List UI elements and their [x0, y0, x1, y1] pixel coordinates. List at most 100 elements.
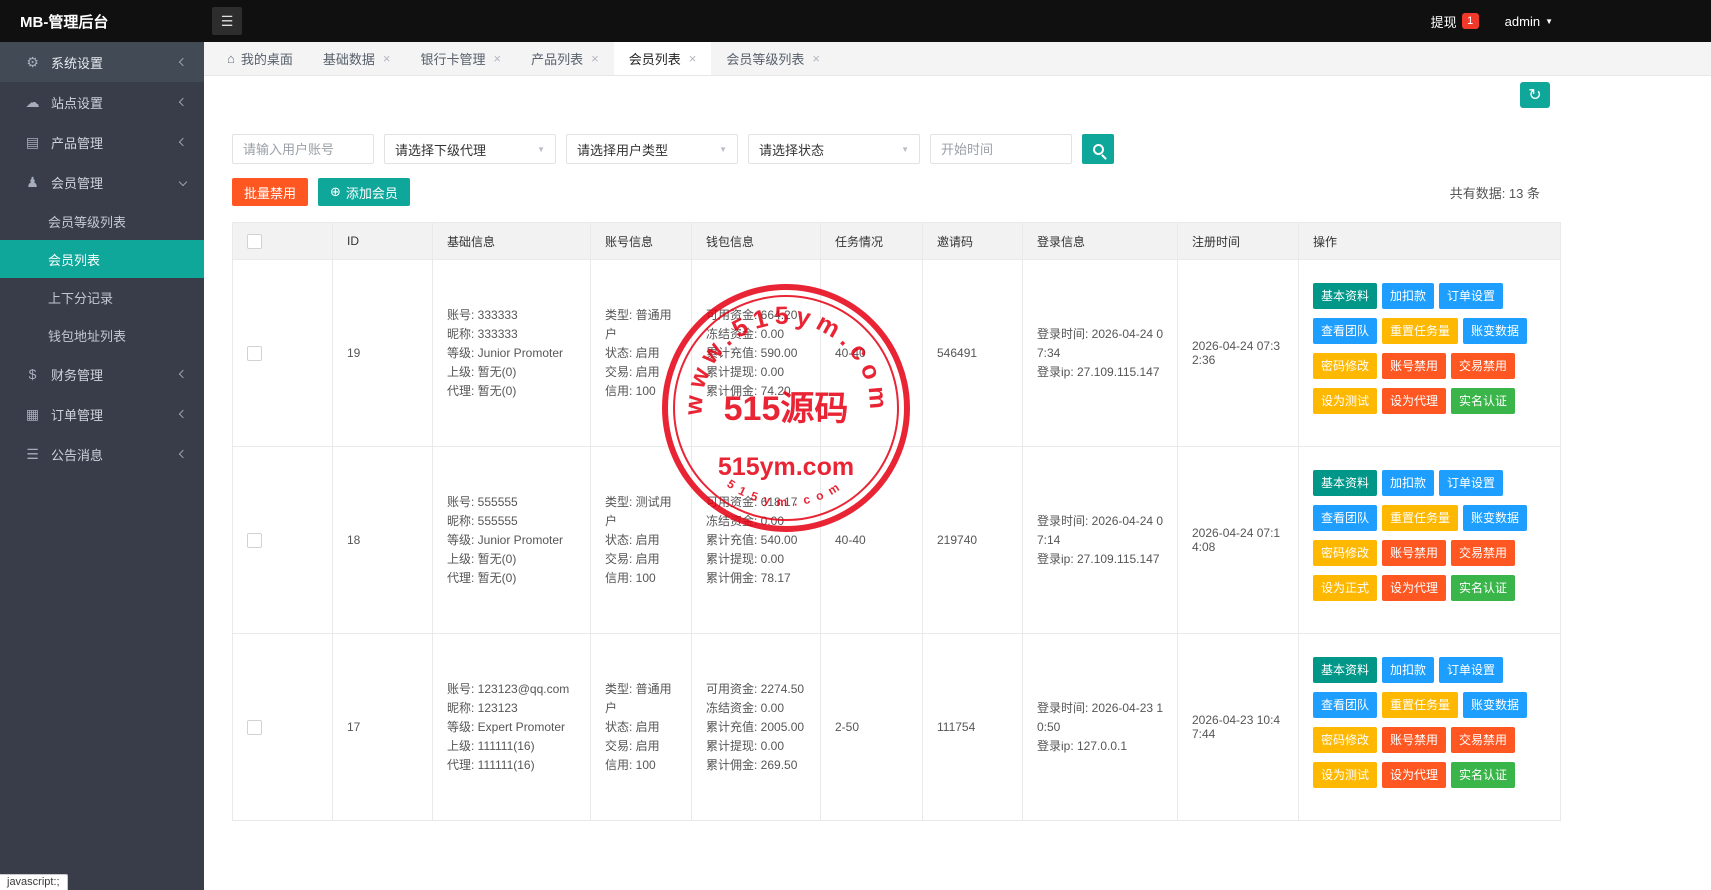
sidebar-item[interactable]: ♟会员管理	[0, 162, 204, 202]
refresh-button[interactable]: ↻	[1520, 82, 1550, 108]
op-button[interactable]: 交易禁用	[1451, 727, 1515, 753]
info-line: 交易: 启用	[605, 737, 683, 756]
info-line: 上级: 暂无(0)	[447, 550, 582, 569]
op-button[interactable]: 查看团队	[1313, 318, 1377, 344]
op-button[interactable]: 重置任务量	[1382, 692, 1458, 718]
info-line: 信用: 100	[605, 382, 683, 401]
agent-select[interactable]: 请选择下级代理 ▼	[384, 134, 556, 164]
status-select[interactable]: 请选择状态 ▼	[748, 134, 920, 164]
op-button[interactable]: 基本资料	[1313, 657, 1377, 683]
row-checkbox[interactable]	[247, 346, 262, 361]
op-button[interactable]: 实名认证	[1451, 575, 1515, 601]
op-button[interactable]: 基本资料	[1313, 283, 1377, 309]
op-button[interactable]: 重置任务量	[1382, 318, 1458, 344]
tab-item[interactable]: 基础数据×	[308, 42, 406, 75]
row-id-cell: 18	[333, 447, 433, 634]
op-button[interactable]: 密码修改	[1313, 727, 1377, 753]
sidebar-item[interactable]: ☰公告消息	[0, 434, 204, 474]
op-button[interactable]: 订单设置	[1439, 657, 1503, 683]
sidebar-subitem[interactable]: 钱包地址列表	[0, 316, 204, 354]
row-select-cell	[233, 260, 333, 447]
tab-close-icon[interactable]: ×	[383, 51, 391, 66]
tab-item[interactable]: 银行卡管理×	[405, 42, 516, 75]
info-line: 冻结资金: 0.00	[706, 512, 812, 531]
sidebar: ⚙系统设置☁站点设置▤产品管理♟会员管理会员等级列表会员列表上下分记录钱包地址列…	[0, 42, 204, 890]
hamburger-button[interactable]: ☰	[212, 7, 242, 35]
op-button[interactable]: 设为代理	[1382, 762, 1446, 788]
op-button[interactable]: 加扣款	[1382, 470, 1434, 496]
info-line: 登录ip: 127.0.0.1	[1037, 737, 1169, 756]
account-input[interactable]	[232, 134, 374, 164]
start-time-input[interactable]	[930, 134, 1072, 164]
op-button[interactable]: 重置任务量	[1382, 505, 1458, 531]
row-select-cell	[233, 634, 333, 821]
row-checkbox[interactable]	[247, 720, 262, 735]
op-button[interactable]: 查看团队	[1313, 505, 1377, 531]
op-button[interactable]: 交易禁用	[1451, 540, 1515, 566]
sidebar-item[interactable]: $财务管理	[0, 354, 204, 394]
op-button[interactable]: 账号禁用	[1382, 727, 1446, 753]
op-button[interactable]: 实名认证	[1451, 762, 1515, 788]
tab-close-icon[interactable]: ×	[494, 51, 502, 66]
op-button[interactable]: 设为正式	[1313, 575, 1377, 601]
op-button[interactable]: 账变数据	[1463, 505, 1527, 531]
order-icon: ▦	[24, 406, 41, 423]
op-button[interactable]: 设为测试	[1313, 388, 1377, 414]
sidebar-subitem-label: 钱包地址列表	[48, 326, 126, 345]
op-button[interactable]: 设为代理	[1382, 388, 1446, 414]
tab-close-icon[interactable]: ×	[689, 51, 697, 66]
op-button[interactable]: 账号禁用	[1382, 540, 1446, 566]
user-type-select[interactable]: 请选择用户类型 ▼	[566, 134, 738, 164]
sidebar-menu: ⚙系统设置☁站点设置▤产品管理♟会员管理会员等级列表会员列表上下分记录钱包地址列…	[0, 42, 204, 474]
user-menu[interactable]: admin ▼	[1505, 14, 1553, 29]
column-header: 登录信息	[1023, 223, 1178, 260]
op-button[interactable]: 加扣款	[1382, 657, 1434, 683]
op-button[interactable]: 密码修改	[1313, 540, 1377, 566]
username: admin	[1505, 14, 1540, 29]
info-line: 可用资金: 618.17	[706, 493, 812, 512]
op-button[interactable]: 查看团队	[1313, 692, 1377, 718]
op-button[interactable]: 密码修改	[1313, 353, 1377, 379]
tab-close-icon[interactable]: ×	[591, 51, 599, 66]
op-button[interactable]: 加扣款	[1382, 283, 1434, 309]
home-icon: ⌂	[227, 51, 235, 66]
op-button[interactable]: 账变数据	[1463, 692, 1527, 718]
op-button[interactable]: 设为代理	[1382, 575, 1446, 601]
op-button[interactable]: 基本资料	[1313, 470, 1377, 496]
op-button[interactable]: 订单设置	[1439, 283, 1503, 309]
basic-info-cell: 账号: 123123@qq.com昵称: 123123等级: Expert Pr…	[433, 634, 591, 821]
batch-disable-button[interactable]: 批量禁用	[232, 178, 308, 206]
op-button[interactable]: 账变数据	[1463, 318, 1527, 344]
search-button[interactable]	[1082, 134, 1114, 164]
main-area: ⌂ 我的桌面基础数据×银行卡管理×产品列表×会员列表×会员等级列表× ↻ 请选择下…	[204, 42, 1711, 890]
plus-circle-icon: ⊕	[330, 184, 341, 200]
info-line: 可用资金: 2274.50	[706, 680, 812, 699]
tab-item[interactable]: 产品列表×	[516, 42, 614, 75]
tab-close-icon[interactable]: ×	[812, 51, 820, 66]
withdraw-menu-item[interactable]: 提现 1	[1431, 12, 1479, 31]
op-button[interactable]: 实名认证	[1451, 388, 1515, 414]
sidebar-subitem[interactable]: 上下分记录	[0, 278, 204, 316]
op-button[interactable]: 交易禁用	[1451, 353, 1515, 379]
info-line: 登录时间: 2026-04-23 10:50	[1037, 699, 1169, 737]
operations-cell: 基本资料加扣款订单设置查看团队重置任务量账变数据密码修改账号禁用交易禁用设为正式…	[1299, 447, 1561, 634]
hamburger-icon: ☰	[221, 13, 234, 30]
sidebar-item[interactable]: ▤产品管理	[0, 122, 204, 162]
sidebar-subitem[interactable]: 会员列表	[0, 240, 204, 278]
sidebar-item[interactable]: ⚙系统设置	[0, 42, 204, 82]
op-button[interactable]: 订单设置	[1439, 470, 1503, 496]
tab-item[interactable]: ⌂ 我的桌面	[212, 42, 308, 75]
sidebar-subitem[interactable]: 会员等级列表	[0, 202, 204, 240]
op-button[interactable]: 账号禁用	[1382, 353, 1446, 379]
column-header: 钱包信息	[692, 223, 821, 260]
row-checkbox[interactable]	[247, 533, 262, 548]
op-button[interactable]: 设为测试	[1313, 762, 1377, 788]
info-line: 上级: 111111(16)	[447, 737, 582, 756]
sidebar-item[interactable]: ▦订单管理	[0, 394, 204, 434]
select-all-checkbox[interactable]	[247, 234, 262, 249]
tab-label: 我的桌面	[241, 49, 293, 68]
tab-item[interactable]: 会员列表×	[614, 42, 712, 75]
add-member-button[interactable]: ⊕ 添加会员	[318, 178, 410, 206]
tab-item[interactable]: 会员等级列表×	[711, 42, 835, 75]
sidebar-item[interactable]: ☁站点设置	[0, 82, 204, 122]
